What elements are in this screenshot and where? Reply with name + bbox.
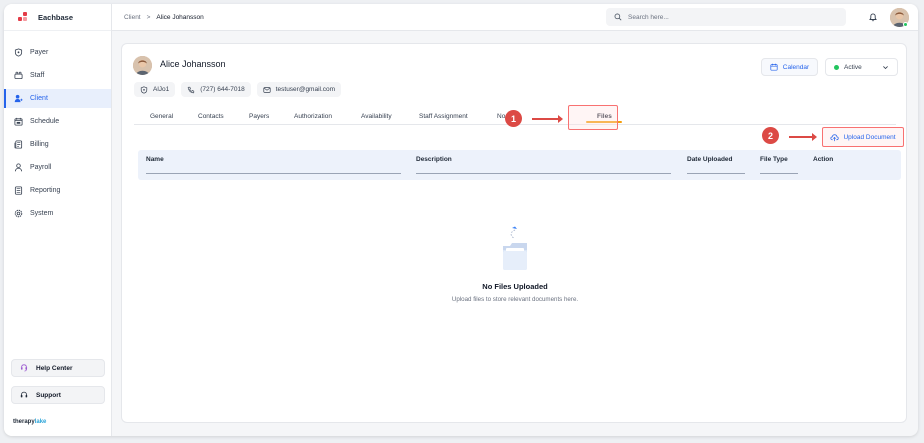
sidebar-item-reporting[interactable]: Reporting [4, 181, 111, 200]
billing-icon [14, 140, 23, 149]
search-box[interactable] [606, 8, 846, 26]
payroll-icon [14, 163, 23, 172]
breadcrumb-current: Alice Johansson [156, 13, 204, 21]
client-email-chip: testuser@gmail.com [256, 82, 342, 97]
column-header-description[interactable]: Description [416, 156, 452, 163]
column-header-date-uploaded[interactable]: Date Uploaded [687, 156, 733, 163]
client-name: Alice Johansson [160, 59, 226, 69]
cloud-upload-icon [830, 133, 840, 141]
brand-name: Eachbase [38, 12, 74, 22]
step-2-arrow [789, 133, 817, 141]
calendar-icon [770, 63, 778, 71]
headset-icon [20, 391, 28, 398]
tab-general[interactable]: General [150, 108, 173, 124]
status-dot [834, 64, 839, 70]
status-select[interactable]: Active [825, 58, 898, 76]
empty-state-subtitle: Upload files to store relevant documents… [451, 296, 579, 303]
step-1-badge: 1 [505, 110, 522, 127]
client-avatar-photo [133, 56, 152, 75]
tab-authorization[interactable]: Authorization [294, 108, 332, 124]
sidebar-item-billing[interactable]: Billing [4, 135, 111, 154]
brand[interactable]: Eachbase [4, 4, 111, 31]
report-icon [14, 186, 23, 195]
search-icon [614, 13, 622, 21]
calendar-label: Calendar [782, 63, 810, 71]
support-button[interactable]: Support [11, 386, 105, 404]
upload-document-label: Upload Document [843, 133, 896, 141]
search-input[interactable] [628, 13, 828, 21]
column-filter-name[interactable] [146, 173, 401, 174]
topbar: Client > Alice Johansson [112, 4, 918, 31]
online-status-dot [903, 22, 908, 27]
column-filter-file-type[interactable] [760, 173, 798, 174]
id-shield-icon [140, 85, 148, 94]
tab-contacts[interactable]: Contacts [198, 108, 224, 124]
tab-availability[interactable]: Availability [361, 108, 392, 124]
column-header-file-type[interactable]: File Type [760, 156, 788, 163]
sidebar-item-label: Schedule [30, 118, 60, 125]
bell-icon[interactable] [868, 12, 878, 22]
files-table-header: Name Description Date Uploaded File Type… [138, 150, 901, 180]
column-header-name[interactable]: Name [146, 156, 164, 163]
step-1-arrow [532, 115, 563, 123]
upload-document-button[interactable]: Upload Document [823, 128, 903, 146]
sidebar-item-staff[interactable]: Staff [4, 66, 111, 85]
empty-folder-icon [503, 226, 527, 270]
sidebar-item-label: Billing [30, 141, 49, 148]
help-center-button[interactable]: Help Center [11, 359, 105, 377]
phone-icon [188, 86, 195, 93]
empty-state-title: No Files Uploaded [482, 282, 548, 291]
tab-payers[interactable]: Payers [249, 108, 269, 124]
staff-icon [14, 71, 23, 80]
calendar-icon [14, 117, 23, 126]
sidebar-item-label: Client [30, 95, 48, 102]
calendar-button[interactable]: Calendar [761, 58, 818, 76]
sidebar: Eachbase Payer Staff Client Schedule Bil… [4, 4, 112, 436]
sidebar-nav: Payer Staff Client Schedule Billing Payr… [4, 31, 111, 223]
sidebar-item-system[interactable]: System [4, 204, 111, 223]
files-tab-highlight [568, 105, 618, 130]
client-phone: (727) 644-7018 [200, 86, 245, 93]
sidebar-item-client[interactable]: Client [4, 89, 111, 108]
sidebar-item-schedule[interactable]: Schedule [4, 112, 111, 131]
client-email: testuser@gmail.com [275, 86, 336, 93]
help-icon [20, 364, 28, 372]
breadcrumb: Client > Alice Johansson [124, 14, 204, 21]
brand-logo-icon [18, 12, 28, 22]
help-center-label: Help Center [36, 364, 73, 372]
sidebar-item-payroll[interactable]: Payroll [4, 158, 111, 177]
client-id: AlJo1 [153, 86, 170, 93]
sidebar-item-label: Payer [30, 49, 49, 56]
footer-logo-left: therapy [13, 419, 35, 425]
sidebar-item-label: Payroll [30, 164, 52, 171]
client-phone-chip: (727) 644-7018 [181, 82, 251, 97]
step-2-badge: 2 [762, 127, 779, 144]
mail-icon [263, 86, 271, 93]
chevron-down-icon [883, 65, 888, 69]
column-filter-description[interactable] [416, 173, 671, 174]
shield-icon [14, 48, 23, 57]
client-info-chips: AlJo1 (727) 644-7018 testuser@gmail.com [134, 82, 342, 97]
sidebar-item-payer[interactable]: Payer [4, 43, 111, 62]
breadcrumb-separator: > [146, 13, 151, 21]
gear-icon [14, 209, 23, 218]
client-id-chip: AlJo1 [134, 82, 176, 97]
app-window: Eachbase Payer Staff Client Schedule Bil… [4, 4, 918, 436]
sidebar-item-label: Reporting [30, 187, 61, 194]
tab-staff-assignment[interactable]: Staff Assignment [419, 108, 468, 124]
breadcrumb-parent[interactable]: Client [124, 14, 141, 21]
column-header-action: Action [813, 156, 834, 163]
footer-logo-right: lake [34, 419, 47, 425]
footer-logo: therapylake [13, 419, 46, 425]
client-card: Alice Johansson AlJo1 (727) 644-7018 tes… [121, 43, 907, 423]
status-value: Active [844, 63, 862, 71]
sidebar-item-label: System [30, 210, 54, 217]
client-avatar [133, 56, 152, 75]
sidebar-item-label: Staff [30, 72, 45, 79]
column-filter-date-uploaded[interactable] [687, 173, 745, 174]
tab-notes[interactable]: No [497, 108, 505, 124]
client-icon [14, 94, 23, 103]
support-label: Support [36, 391, 61, 399]
